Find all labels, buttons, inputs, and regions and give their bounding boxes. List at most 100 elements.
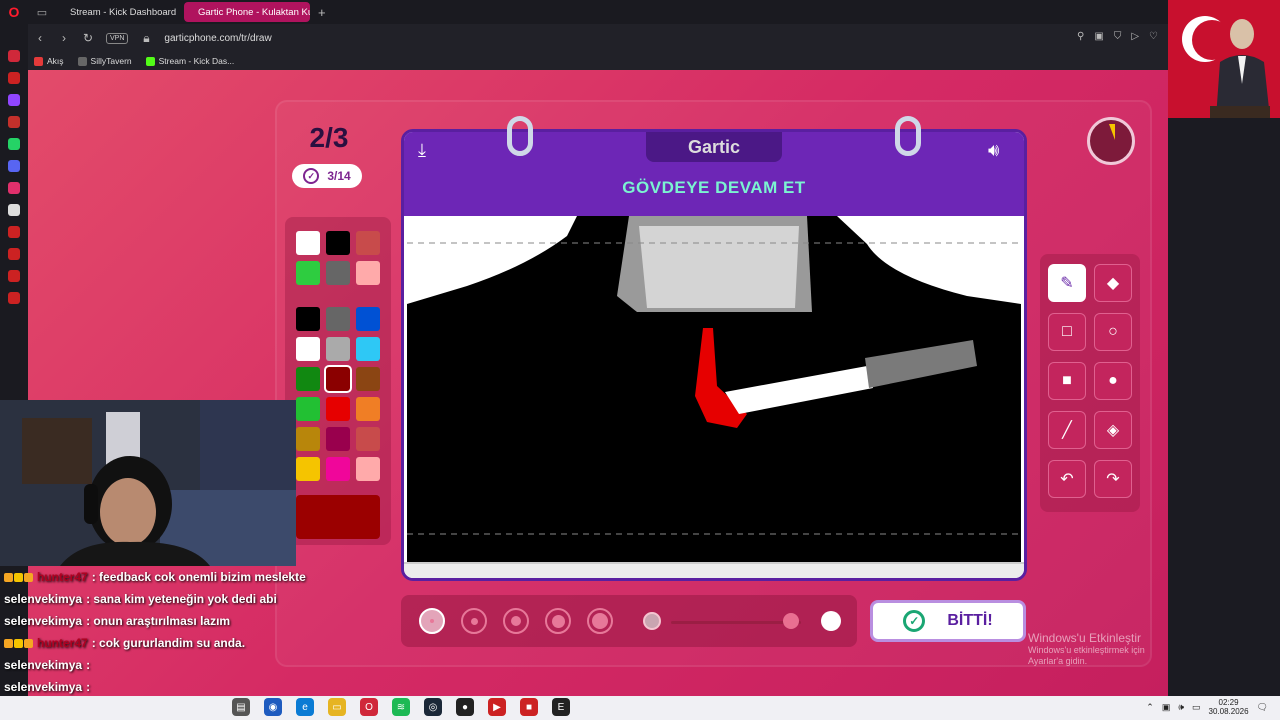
- color-swatch[interactable]: [326, 261, 350, 285]
- redo-tool[interactable]: ↷: [1094, 460, 1132, 498]
- brush-size-option[interactable]: [461, 608, 487, 634]
- obs-icon[interactable]: ●: [456, 698, 474, 716]
- color-swatch[interactable]: [356, 457, 380, 481]
- tray-volume-icon[interactable]: 🕪︎: [1178, 702, 1184, 713]
- color-swatch[interactable]: [356, 261, 380, 285]
- opacity-slider[interactable]: [671, 621, 801, 624]
- task-view-icon[interactable]: ▤: [232, 698, 250, 716]
- color-swatch[interactable]: [326, 397, 350, 421]
- tray-chevron-icon[interactable]: ⌃: [1146, 702, 1154, 713]
- color-swatch[interactable]: [326, 457, 350, 481]
- whatsapp-icon[interactable]: [8, 138, 20, 150]
- tray-screen-icon[interactable]: ▣: [1162, 702, 1171, 713]
- ellipse-fill-tool[interactable]: ●: [1094, 362, 1132, 400]
- messenger-icon[interactable]: [8, 72, 20, 84]
- spotify-icon[interactable]: ≋: [392, 698, 410, 716]
- epic-games-icon[interactable]: E: [552, 698, 570, 716]
- color-swatch[interactable]: [356, 367, 380, 391]
- rectangle-fill-tool[interactable]: ■: [1048, 362, 1086, 400]
- windows-activation-notice: Windows'u Etkinleştir Windows'u etkinleş…: [1028, 631, 1168, 667]
- drawing-canvas[interactable]: [407, 216, 1021, 562]
- color-swatch[interactable]: [356, 427, 380, 451]
- notification-icon[interactable]: 🗨︎: [1257, 702, 1268, 713]
- history-icon[interactable]: [8, 226, 20, 238]
- tab-kick-dashboard[interactable]: Stream - Kick Dashboard: [56, 2, 180, 22]
- instagram-icon[interactable]: [8, 182, 20, 194]
- color-swatch[interactable]: [356, 231, 380, 255]
- color-swatch[interactable]: [296, 457, 320, 481]
- x-icon[interactable]: [8, 204, 20, 216]
- chat-username[interactable]: selenvekimya: [4, 658, 82, 672]
- color-swatch[interactable]: [296, 231, 320, 255]
- chat-username[interactable]: hunter47: [37, 636, 88, 650]
- forward-icon[interactable]: ›: [58, 31, 70, 45]
- percent-icon[interactable]: [8, 116, 20, 128]
- shield-icon[interactable]: ⛉: [1114, 31, 1122, 42]
- app-icon[interactable]: ◉: [264, 698, 282, 716]
- pin-icon[interactable]: ⚲: [1077, 31, 1084, 42]
- tray-battery-icon[interactable]: ▭: [1192, 702, 1201, 713]
- pencil-tool[interactable]: ✎: [1048, 264, 1086, 302]
- color-swatch[interactable]: [326, 337, 350, 361]
- url-field[interactable]: garticphone.com/tr/draw: [164, 33, 271, 44]
- new-tab-button[interactable]: +: [314, 5, 330, 20]
- steam-icon[interactable]: ◎: [424, 698, 442, 716]
- color-swatch[interactable]: [296, 261, 320, 285]
- color-swatch[interactable]: [296, 337, 320, 361]
- rectangle-outline-tool[interactable]: □: [1048, 313, 1086, 351]
- tab-switcher-icon[interactable]: ▭: [28, 0, 56, 24]
- fill-bucket-tool[interactable]: ◈: [1094, 411, 1132, 449]
- color-swatch[interactable]: [356, 307, 380, 331]
- heart-icon[interactable]: ♡: [1149, 31, 1158, 42]
- clock-icon[interactable]: [8, 248, 20, 260]
- play-icon[interactable]: ▷: [1131, 31, 1139, 42]
- bookmark-akis[interactable]: Akış: [34, 56, 64, 66]
- extensions-icon[interactable]: [8, 270, 20, 282]
- download-icon[interactable]: ⤓: [418, 140, 440, 162]
- color-swatch[interactable]: [296, 367, 320, 391]
- discord-icon[interactable]: [8, 160, 20, 172]
- brush-size-option[interactable]: [503, 608, 529, 634]
- media-player-icon[interactable]: ▶: [488, 698, 506, 716]
- vpn-badge[interactable]: VPN: [106, 32, 129, 44]
- brush-size-option[interactable]: [587, 608, 613, 634]
- opacity-slider-thumb[interactable]: [782, 613, 799, 629]
- color-swatch[interactable]: [326, 307, 350, 331]
- bookmark-kick[interactable]: Stream - Kick Das...: [145, 56, 234, 66]
- color-swatch[interactable]: [296, 397, 320, 421]
- tab-gartic-phone[interactable]: Gartic Phone - Kulaktan Ku: [184, 2, 310, 22]
- sound-icon[interactable]: 🔊︎: [988, 140, 1012, 162]
- chat-username[interactable]: selenvekimya: [4, 680, 82, 694]
- snapshot-icon[interactable]: ▣: [1094, 31, 1103, 42]
- chat-username[interactable]: selenvekimya: [4, 614, 82, 628]
- color-swatch[interactable]: [296, 427, 320, 451]
- chat-message: selenvekimya: onun araştırılması lazım: [4, 610, 424, 632]
- eraser-tool[interactable]: ◆: [1094, 264, 1132, 302]
- undo-tool[interactable]: ↶: [1048, 460, 1086, 498]
- edge-icon[interactable]: e: [296, 698, 314, 716]
- settings-icon[interactable]: [8, 292, 20, 304]
- color-swatch[interactable]: [326, 231, 350, 255]
- chat-username[interactable]: selenvekimya: [4, 592, 82, 606]
- done-button[interactable]: ✓ BİTTİ!: [870, 600, 1026, 642]
- brush-size-option[interactable]: [545, 608, 571, 634]
- line-tool[interactable]: ╱: [1048, 411, 1086, 449]
- back-icon[interactable]: ‹: [34, 31, 46, 45]
- color-swatch[interactable]: [296, 307, 320, 331]
- color-swatch[interactable]: [356, 337, 380, 361]
- badge-icon: [4, 638, 13, 648]
- bookmark-sillytavern[interactable]: SillyTavern: [77, 56, 132, 66]
- recorder-icon[interactable]: ■: [520, 698, 538, 716]
- opera-news-icon[interactable]: [8, 50, 20, 62]
- color-swatch[interactable]: [326, 427, 350, 451]
- opera-icon[interactable]: O: [360, 698, 378, 716]
- chat-username[interactable]: hunter47: [37, 570, 88, 584]
- opera-logo-icon[interactable]: O: [0, 0, 28, 24]
- color-swatch[interactable]: [356, 397, 380, 421]
- twitch-icon[interactable]: [8, 94, 20, 106]
- file-explorer-icon[interactable]: ▭: [328, 698, 346, 716]
- clock[interactable]: 02:29 30.08.2026: [1209, 698, 1249, 716]
- reload-icon[interactable]: ↻: [82, 31, 94, 45]
- color-swatch[interactable]: [324, 365, 352, 393]
- ellipse-outline-tool[interactable]: ○: [1094, 313, 1132, 351]
